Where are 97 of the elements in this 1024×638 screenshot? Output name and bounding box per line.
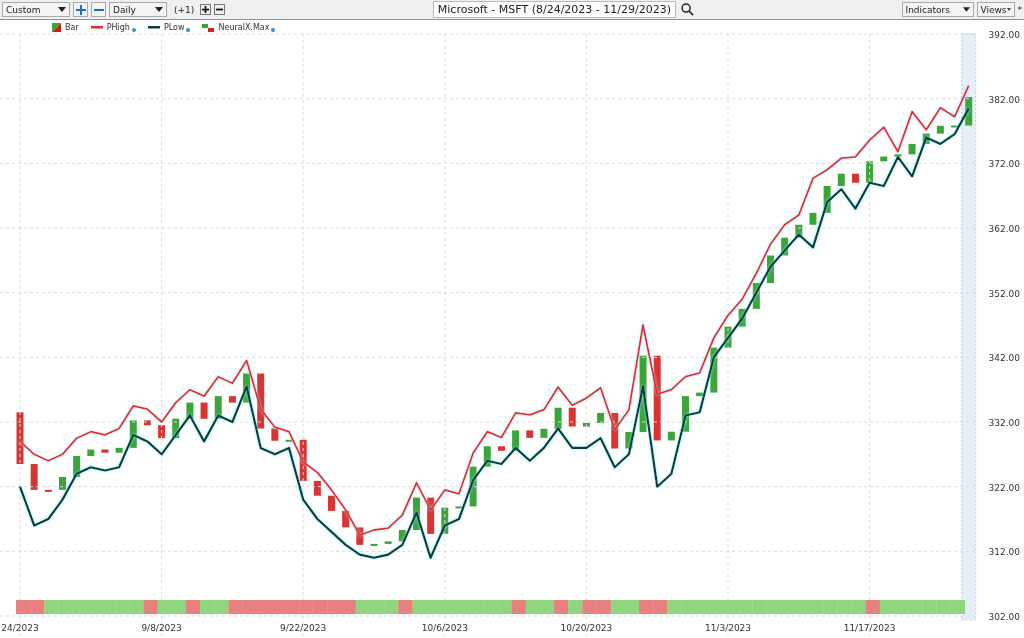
candlestick bbox=[611, 412, 619, 449]
legend-label: PHigh bbox=[106, 23, 130, 32]
legend-label: NeuralX.Max bbox=[218, 23, 270, 32]
increase-button[interactable] bbox=[200, 4, 212, 15]
x-axis-label: 10/20/2023 bbox=[560, 623, 613, 633]
indicators-menu[interactable]: Indicators bbox=[901, 2, 974, 17]
candlestick bbox=[795, 224, 803, 238]
candlestick bbox=[965, 97, 973, 126]
candlestick bbox=[143, 420, 151, 426]
candlestick bbox=[413, 497, 420, 530]
candlestick bbox=[512, 430, 520, 451]
y-axis-label: 322.00 bbox=[988, 482, 1020, 493]
y-axis-label: 312.00 bbox=[988, 547, 1020, 558]
candlestick bbox=[781, 237, 789, 256]
y-axis-label: 342.00 bbox=[988, 353, 1020, 364]
candlestick bbox=[582, 422, 590, 427]
y-axis-label: 382.00 bbox=[988, 94, 1020, 105]
plus-icon bbox=[75, 4, 86, 15]
legend-label: PLow bbox=[163, 23, 185, 32]
y-axis-label: 332.00 bbox=[988, 418, 1020, 428]
candlestick bbox=[441, 507, 449, 534]
caret-icon bbox=[58, 7, 66, 12]
y-axis-label: 362.00 bbox=[988, 224, 1020, 234]
remove-button[interactable] bbox=[91, 2, 106, 17]
plus-icon bbox=[202, 6, 210, 13]
bar-swatch-icon bbox=[52, 23, 61, 32]
candlestick bbox=[299, 439, 307, 481]
candlestick bbox=[243, 373, 251, 403]
candlestick bbox=[837, 173, 845, 186]
candlestick bbox=[214, 396, 222, 419]
candlestick bbox=[554, 407, 562, 429]
candlestick bbox=[59, 476, 66, 490]
candlestick bbox=[597, 412, 605, 423]
candlestick bbox=[483, 446, 491, 467]
candlestick bbox=[285, 439, 293, 442]
candlestick bbox=[257, 373, 265, 429]
decrease-button[interactable] bbox=[214, 4, 226, 15]
caret-icon bbox=[155, 7, 163, 12]
legend-label: Bar bbox=[65, 23, 79, 32]
candlestick bbox=[172, 418, 180, 439]
candlestick bbox=[158, 425, 166, 439]
candlestick bbox=[823, 185, 831, 213]
candlestick bbox=[228, 396, 236, 403]
y-axis-label: 302.00 bbox=[988, 612, 1020, 622]
x-axis-label: 9/22/2023 bbox=[280, 623, 327, 633]
layout-select[interactable]: Custom bbox=[2, 2, 70, 17]
x-axis-label: 11/3/2023 bbox=[704, 623, 752, 633]
candlestick bbox=[866, 161, 874, 183]
candlestick bbox=[313, 480, 321, 496]
candlestick bbox=[908, 143, 916, 155]
views-menu[interactable]: Views bbox=[976, 2, 1015, 17]
candlestick bbox=[469, 466, 477, 507]
candlestick bbox=[667, 431, 675, 441]
candlestick bbox=[129, 420, 137, 448]
candlestick bbox=[752, 282, 760, 309]
x-axis-label: 24/2023 bbox=[1, 623, 39, 633]
candlestick bbox=[767, 255, 774, 283]
candlestick bbox=[682, 396, 689, 432]
interval-select[interactable]: Daily bbox=[109, 2, 167, 17]
candlestick bbox=[342, 510, 350, 528]
candlestick bbox=[696, 392, 704, 397]
candlestick bbox=[724, 326, 732, 348]
x-axis-label: 11/17/2023 bbox=[843, 623, 896, 633]
candlestick bbox=[625, 432, 633, 449]
candlestick bbox=[455, 506, 463, 509]
candlestick bbox=[851, 173, 859, 183]
candlestick bbox=[44, 489, 52, 492]
modified-mark: * bbox=[1017, 4, 1022, 15]
candlestick bbox=[568, 407, 576, 427]
minus-icon bbox=[216, 6, 224, 13]
candlestick bbox=[710, 347, 718, 393]
signal-swatch-icon bbox=[202, 23, 215, 32]
add-button[interactable] bbox=[73, 2, 88, 17]
search-icon[interactable] bbox=[681, 3, 694, 16]
y-axis-label: 372.00 bbox=[988, 159, 1020, 170]
y-axis-label: 352.00 bbox=[988, 288, 1020, 299]
candlestick bbox=[16, 412, 24, 465]
candlestick bbox=[398, 530, 406, 542]
candlestick bbox=[328, 495, 335, 511]
caret-icon bbox=[962, 7, 970, 12]
candlestick bbox=[200, 402, 208, 419]
candlestick bbox=[271, 428, 279, 441]
candlestick bbox=[73, 455, 81, 477]
x-axis-label: 9/8/2023 bbox=[141, 623, 182, 633]
candlestick bbox=[30, 464, 38, 490]
x-axis-label: 10/6/2023 bbox=[421, 623, 468, 633]
candlestick bbox=[922, 133, 930, 144]
candlestick bbox=[497, 446, 505, 451]
candlestick bbox=[738, 308, 746, 327]
candlestick bbox=[356, 527, 364, 545]
y-axis-label: 392.00 bbox=[988, 30, 1020, 40]
offset-label: (+1) bbox=[174, 4, 195, 15]
symbol-field[interactable]: Microsoft - MSFT (8/24/2023 - 11/29/2023) bbox=[432, 1, 676, 18]
candlestick bbox=[427, 497, 435, 534]
candlestick bbox=[186, 402, 194, 419]
caret-icon bbox=[1006, 7, 1011, 12]
candlestick bbox=[809, 212, 817, 225]
